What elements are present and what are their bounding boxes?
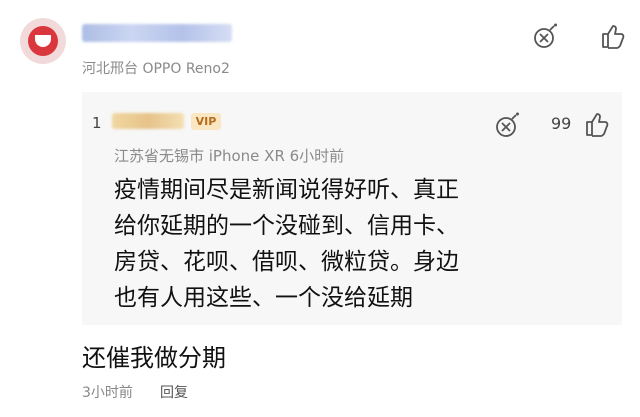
comment-location: 河北邢台 OPPO Reno2 [82, 61, 230, 77]
reply-thumbs-up-icon[interactable] [583, 110, 611, 138]
reply-button[interactable]: 回复 [160, 382, 188, 402]
comment-time: 3小时前 [82, 385, 133, 401]
reply-text: 疫情期间尽是新闻说得好听、真正 给你延期的一个没碰到、信用卡、 房贷、花呗、借呗… [114, 172, 594, 316]
comment-text: 还催我做分期 [82, 344, 226, 372]
reply-index: 1 [92, 114, 102, 132]
reply-bomb-icon[interactable] [494, 111, 522, 139]
vip-badge: VIP [191, 113, 221, 130]
thumbs-up-icon[interactable] [599, 22, 627, 50]
reply-line: 房贷、花呗、借呗、微粒贷。身边 [114, 249, 459, 275]
blurred-reply-username[interactable] [112, 113, 184, 129]
blurred-username[interactable] [82, 24, 232, 42]
bomb-icon[interactable] [532, 22, 560, 50]
reply-line: 给你延期的一个没碰到、信用卡、 [114, 213, 459, 239]
avatar[interactable] [20, 18, 66, 64]
reply-line: 疫情期间尽是新闻说得好听、真正 [114, 177, 459, 203]
reply-like-count: 99 [551, 114, 572, 133]
reply-location-time: 江苏省无锡市 iPhone XR 6小时前 [114, 147, 345, 165]
reply-line: 也有人用这些、一个没给延期 [114, 285, 413, 311]
